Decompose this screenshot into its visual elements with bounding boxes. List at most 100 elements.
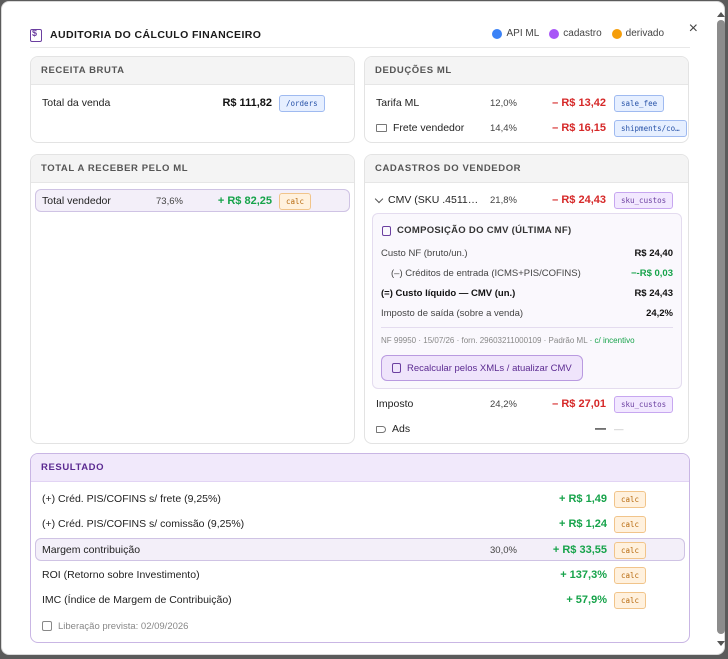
scroll-thumb[interactable] [717, 20, 725, 634]
row-percent: 73,6% [156, 195, 183, 207]
source-tag: calc [614, 541, 647, 559]
legend-item-api: API ML [492, 28, 539, 39]
row-imposto: Imposto 24,2% – R$ 27,01 sku_custos [365, 392, 688, 416]
row-value: + 137,3% [560, 569, 607, 581]
composition-row: Custo NF (bruto/un.) R$ 24,40 [381, 248, 673, 259]
row-label: (+) Créd. PIS/COFINS s/ frete (9,25%) [42, 493, 221, 505]
row-frete-vendedor: Frete vendedor 14,4% – R$ 16,15 shipment… [365, 116, 688, 140]
row-imc: IMC (Índice de Margem de Contribuição) +… [31, 588, 689, 612]
purple-dot-icon [549, 28, 560, 39]
source-tag: /orders [279, 94, 325, 112]
legend-item-cadastro: cadastro [549, 28, 602, 39]
row-label: ROI (Retorno sobre Investimento) [42, 569, 200, 581]
row-value: – R$ 27,01 [552, 398, 606, 410]
composition-label: Imposto de saída (sobre a venda) [381, 308, 524, 319]
row-percent: 24,2% [490, 398, 517, 410]
card-title: TOTAL A RECEBER PELO ML [31, 155, 354, 183]
composition-label: (=) Custo líquido — CMV (un.) [381, 288, 516, 299]
composition-row: (–) Créditos de entrada (ICMS+PIS/COFINS… [381, 268, 673, 279]
row-total-vendedor: Total vendedor 73,6% + R$ 82,25 calc [31, 189, 354, 213]
header-divider [30, 47, 690, 48]
row-label: Total vendedor [42, 195, 111, 207]
recalculate-cmv-button[interactable]: Recalcular pelos XMLs / atualizar CMV [381, 355, 583, 381]
orange-dot-icon [611, 28, 622, 39]
row-cred-comissao: (+) Créd. PIS/COFINS s/ comissão (9,25%)… [31, 512, 689, 536]
card-receita-bruta: RECEITA BRUTA Total da venda R$ 111,82 /… [30, 56, 355, 143]
row-value: + R$ 1,24 [558, 518, 607, 530]
row-margem-contribuicao: Margem contribuição 30,0% + R$ 33,55 cal… [31, 538, 689, 562]
card-title: RESULTADO [31, 454, 689, 482]
scroll-up-arrow-icon[interactable] [717, 12, 725, 17]
row-label: Ads [376, 423, 410, 435]
row-label: (+) Créd. PIS/COFINS s/ comissão (9,25%) [42, 518, 245, 530]
row-cmv[interactable]: CMV (SKU .4511… 21,8% – R$ 24,43 sku_cus… [365, 188, 688, 212]
row-percent: 14,4% [490, 122, 517, 134]
card-title: RECEITA BRUTA [31, 57, 354, 85]
row-extra: — [614, 423, 624, 435]
source-tag: sku_custos [614, 191, 674, 209]
source-tag: sale_fee [614, 94, 665, 112]
composition-title: COMPOSIÇÃO DO CMV (ÚLTIMA NF) [382, 225, 571, 236]
row-label: Margem contribuição [42, 544, 141, 556]
card-title: CADASTROS DO VENDEDOR [365, 155, 688, 183]
modal-title: AUDITORIA DO CÁLCULO FINANCEIRO [50, 29, 262, 41]
cmv-composition-panel: COMPOSIÇÃO DO CMV (ÚLTIMA NF) Custo NF (… [372, 213, 682, 389]
row-label: IMC (Índice de Margem de Contribuição) [42, 594, 232, 606]
card-title: DEDUÇÕES ML [365, 57, 688, 85]
source-legend: API ML cadastro derivado [492, 28, 664, 39]
row-label[interactable]: CMV (SKU .4511… [374, 194, 478, 206]
megaphone-icon [376, 425, 386, 433]
nf-info: NF 99950 · 15/07/26 · forn. 296032110001… [381, 336, 635, 345]
card-deducoes-ml: DEDUÇÕES ML Tarifa ML 12,0% – R$ 13,42 s… [364, 56, 689, 143]
composition-value: 24,2% [646, 308, 673, 319]
audit-modal: AUDITORIA DO CÁLCULO FINANCEIRO API ML c… [1, 1, 725, 655]
legend-label: cadastro [563, 28, 602, 39]
row-cred-frete: (+) Créd. PIS/COFINS s/ frete (9,25%) + … [31, 487, 689, 511]
source-tag: calc [614, 490, 647, 508]
legend-item-derivado: derivado [611, 28, 664, 39]
scroll-down-arrow-icon[interactable] [717, 641, 725, 646]
scrollbar[interactable] [716, 4, 726, 652]
row-value: + R$ 33,55 [552, 544, 607, 556]
row-liberacao: Liberação prevista: 02/09/2026 [31, 614, 689, 638]
composition-value: −-R$ 0,03 [631, 268, 673, 279]
legend-label: API ML [506, 28, 540, 39]
row-value: — [595, 423, 606, 435]
row-value: – R$ 24,43 [552, 194, 606, 206]
row-tarifa-ml: Tarifa ML 12,0% – R$ 13,42 sale_fee [365, 91, 688, 115]
legend-label: derivado [625, 28, 664, 39]
source-tag: calc [279, 192, 312, 210]
card-total-receber: TOTAL A RECEBER PELO ML Total vendedor 7… [30, 154, 355, 444]
close-icon[interactable]: × [689, 20, 698, 38]
row-value: + 57,9% [566, 594, 607, 606]
row-value: – R$ 13,42 [552, 97, 606, 109]
card-resultado: RESULTADO (+) Créd. PIS/COFINS s/ frete … [30, 453, 690, 643]
row-percent: 30,0% [490, 544, 517, 556]
row-value: + R$ 82,25 [217, 195, 272, 207]
incentive-label: · c/ incentivo [589, 336, 635, 345]
blue-dot-icon [492, 28, 503, 39]
calendar-icon [42, 621, 52, 631]
composition-label: Custo NF (bruto/un.) [381, 248, 468, 259]
row-label: Total da venda [42, 97, 111, 109]
row-label-text: Ads [392, 423, 411, 435]
composition-title-text: COMPOSIÇÃO DO CMV (ÚLTIMA NF) [397, 225, 572, 236]
composition-row: (=) Custo líquido — CMV (un.) R$ 24,43 [381, 288, 673, 299]
composition-row: Imposto de saída (sobre a venda) 24,2% [381, 308, 673, 319]
composition-divider [381, 327, 673, 328]
composition-value: R$ 24,43 [634, 288, 673, 299]
document-icon [392, 363, 401, 373]
row-roi: ROI (Retorno sobre Investimento) + 137,3… [31, 563, 689, 587]
source-tag: calc [614, 515, 647, 533]
source-tag: shipments/co… [614, 119, 687, 137]
release-date-text: Liberação prevista: 02/09/2026 [58, 620, 189, 632]
card-cadastros-vendedor: CADASTROS DO VENDEDOR CMV (SKU .4511… 21… [364, 154, 689, 444]
source-tag: calc [614, 591, 647, 609]
chevron-down-icon[interactable] [374, 194, 384, 203]
row-label: Frete vendedor [376, 122, 464, 134]
row-value: R$ 111,82 [222, 97, 272, 109]
row-value: + R$ 1,49 [558, 493, 607, 505]
row-label: Tarifa ML [376, 97, 420, 109]
composition-label: (–) Créditos de entrada (ICMS+PIS/COFINS… [391, 268, 581, 279]
row-label-text: Frete vendedor [393, 122, 465, 134]
